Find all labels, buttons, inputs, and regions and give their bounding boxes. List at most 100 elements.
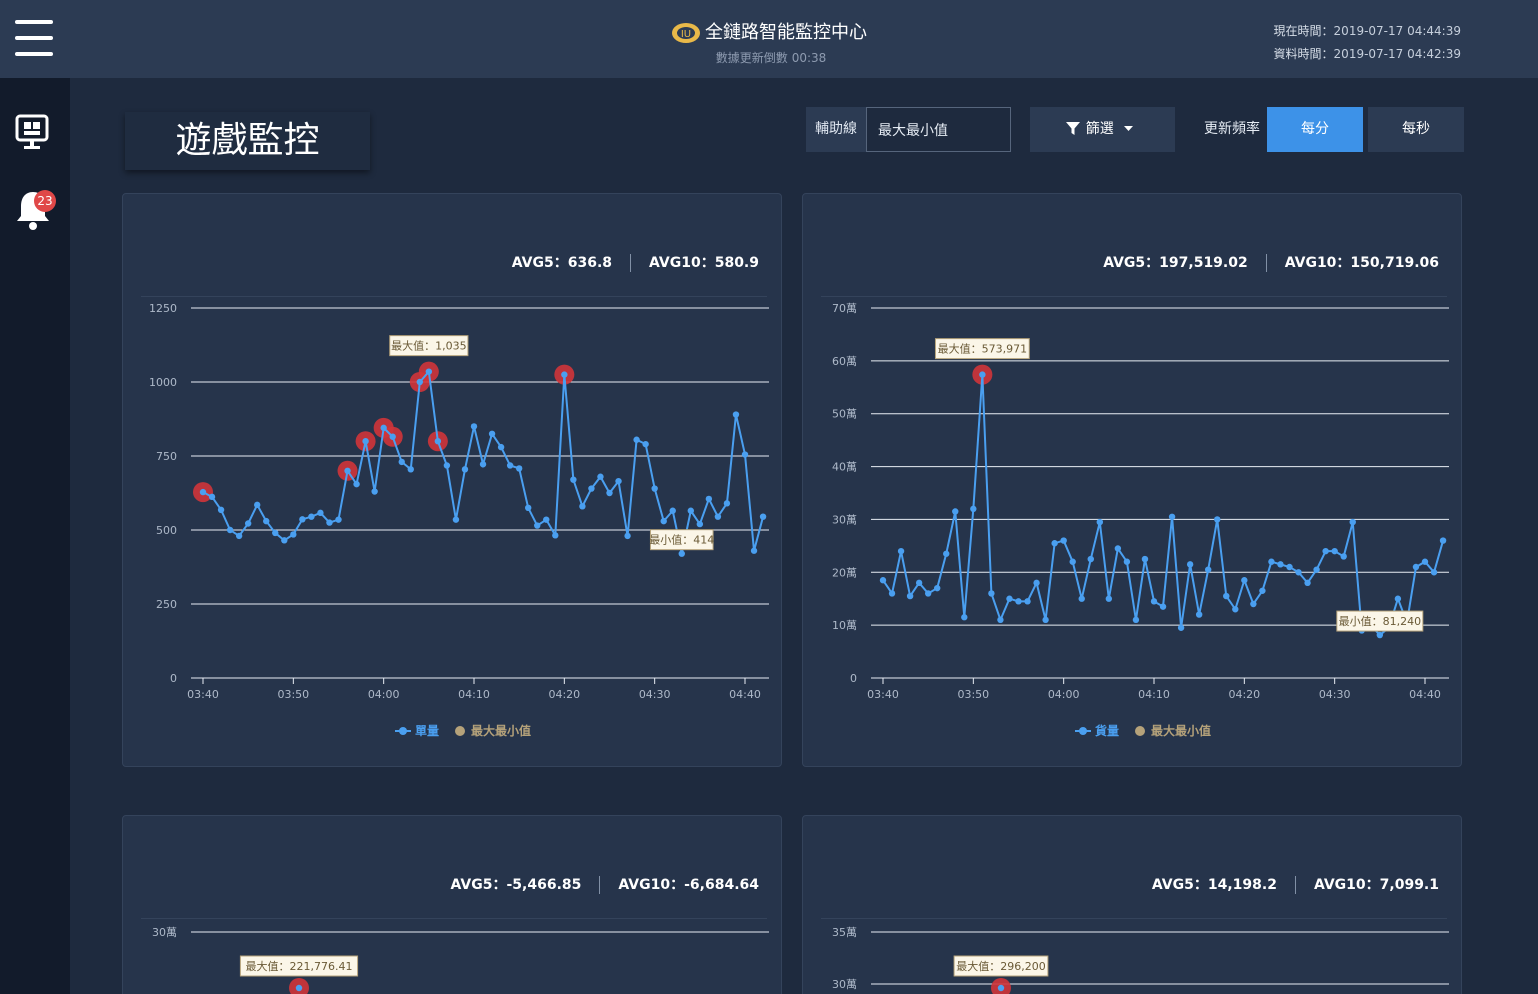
countdown-value: 00:38 <box>791 51 827 65</box>
data-point <box>461 466 469 473</box>
data-point <box>272 529 279 537</box>
data-point <box>570 476 577 483</box>
max-value-label: 最大值：1,035 <box>391 339 467 353</box>
data-point <box>678 550 685 557</box>
brand-logo-icon: IU <box>672 23 700 43</box>
legend-minmax-swatch <box>1135 726 1145 736</box>
volume-line-chart[interactable]: 0 10萬 20萬 30萬 40萬 50萬 60萬 70萬 03:40 03:50 04:00 04:… <box>803 194 1462 767</box>
data-point <box>687 507 694 514</box>
freq-per-second-button[interactable]: 每秒 <box>1368 107 1464 152</box>
data-point <box>1195 611 1203 618</box>
data-point <box>1259 587 1266 594</box>
data-point <box>434 438 442 445</box>
data-point <box>281 537 288 544</box>
x-tick-label: 03:40 <box>867 688 899 701</box>
aux-line-input[interactable] <box>866 107 1011 152</box>
x-tick-label: 04:20 <box>548 688 580 701</box>
data-point <box>759 513 767 520</box>
data-point <box>1376 631 1384 639</box>
data-point <box>879 577 887 584</box>
y-tick-label: 30萬 <box>832 978 857 991</box>
y-tick-label: 1250 <box>149 302 177 315</box>
data-point <box>1186 561 1194 568</box>
data-point <box>1060 537 1067 544</box>
y-tick-label: 40萬 <box>832 461 857 474</box>
data-point <box>741 451 749 458</box>
data-point <box>1430 569 1438 576</box>
data-point <box>1232 606 1239 613</box>
min-value-label: 最小值：81,240 <box>1339 615 1422 628</box>
x-tick-label: 03:40 <box>187 688 219 701</box>
max-value-label: 最大值：296,200 <box>956 959 1046 973</box>
data-point <box>299 516 306 523</box>
data-point <box>479 461 487 468</box>
data-point <box>897 547 905 555</box>
data-point <box>1141 555 1149 563</box>
data-point <box>1051 540 1058 547</box>
data-point <box>506 462 514 469</box>
y-tick-label: 500 <box>156 524 177 537</box>
data-point <box>723 500 731 507</box>
filter-label: 篩選 <box>1085 121 1114 137</box>
legend-series-label: 貨量 <box>1095 723 1119 738</box>
data-point <box>525 504 532 511</box>
data-point <box>1006 595 1013 602</box>
data-point <box>254 501 261 509</box>
y-tick-label: 750 <box>156 450 177 463</box>
filter-button[interactable]: 篩選 <box>1030 107 1175 152</box>
data-point <box>579 503 586 510</box>
legend-minmax-swatch <box>455 726 465 736</box>
data-point <box>1096 518 1103 526</box>
data-point <box>732 411 740 418</box>
data-point <box>344 467 351 474</box>
brand-title: 全鏈路智能監控中心 <box>705 22 867 43</box>
y-tick-label: 250 <box>156 598 177 611</box>
data-point <box>488 430 496 437</box>
legend-minmax-label: 最大最小值 <box>1151 723 1211 738</box>
y-tick-label: 1000 <box>149 376 177 389</box>
data-point <box>1250 600 1257 608</box>
x-tick-label: 04:40 <box>1409 688 1441 701</box>
line-chart-4[interactable]: 35萬 30萬 最大值：296,200 <box>803 816 1462 994</box>
data-point <box>1033 579 1040 587</box>
data-point <box>235 532 243 540</box>
current-time-value: 2019-07-17 04:44:39 <box>1333 24 1461 38</box>
data-point <box>1078 595 1085 602</box>
y-tick-label: 10萬 <box>832 619 857 632</box>
monitor-icon[interactable] <box>14 112 52 152</box>
notification-badge: 23 <box>34 190 56 212</box>
data-time-row: 資料時間：2019-07-17 04:42:39 <box>1274 43 1461 66</box>
data-point <box>750 547 758 554</box>
data-point <box>452 516 460 523</box>
y-tick-label: 30萬 <box>152 926 177 939</box>
orders-line-chart[interactable]: 0 250 500 750 1000 1250 03:40 03:50 04:00 04:10 04… <box>123 194 782 767</box>
legend-point-swatch <box>1079 727 1087 735</box>
chart-panel-4: AVG5：14,198.2 AVG10：7,099.1 35萬 30萬 最大值：296… <box>802 815 1462 994</box>
data-point <box>561 371 568 378</box>
data-point <box>470 423 478 430</box>
line-chart-3[interactable]: 30萬最大值：221,776.41 <box>123 816 782 994</box>
data-point <box>515 465 523 472</box>
data-point <box>1394 595 1402 602</box>
x-tick-label: 04:30 <box>1319 688 1351 701</box>
data-point <box>244 520 252 527</box>
data-point <box>1331 547 1338 555</box>
data-point <box>317 509 324 517</box>
data-point <box>1223 592 1230 600</box>
data-point <box>588 485 595 492</box>
x-tick-label: 04:00 <box>368 688 400 701</box>
data-point <box>425 368 433 375</box>
chart-panel-volume: AVG5：197,519.02 AVG10：150,719.06 0 10萬 20萬 3… <box>802 193 1462 767</box>
data-point <box>226 526 234 534</box>
data-point <box>552 532 559 539</box>
data-point <box>263 517 270 525</box>
freq-per-minute-button[interactable]: 每分 <box>1267 107 1363 152</box>
data-point <box>1177 624 1185 631</box>
y-tick-label: 0 <box>850 672 857 685</box>
data-point <box>335 516 342 523</box>
data-point <box>660 517 667 525</box>
data-point <box>997 616 1004 624</box>
y-tick-label: 0 <box>170 672 177 685</box>
data-point <box>497 443 505 451</box>
data-point <box>443 462 451 469</box>
